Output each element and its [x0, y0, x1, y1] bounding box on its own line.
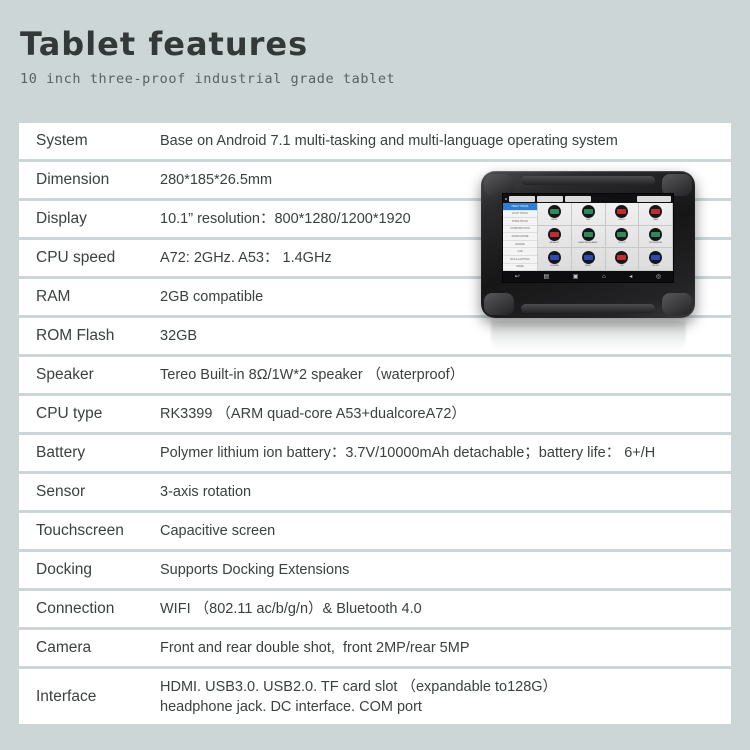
spec-label: Battery [36, 444, 86, 461]
spec-label: Connection [36, 600, 115, 617]
spec-value: Supports Docking Extensions [160, 562, 350, 578]
table-row: Touchscreen Capacitive screen [19, 513, 731, 549]
spec-label: Display [36, 210, 87, 227]
spec-label: Touchscreen [36, 522, 124, 539]
spec-label: Camera [36, 639, 92, 656]
spec-value: Capacitive screen [160, 523, 276, 539]
spec-label: ROM Flash [36, 327, 115, 344]
table-row: RAM 2GB compatible [19, 279, 731, 315]
spec-label: Interface [36, 687, 97, 705]
spec-value: A72: 2GHz. A53： 1.4GHz [160, 250, 332, 266]
table-row: Battery Polymer lithium ion battery：3.7V/… [19, 435, 731, 471]
spec-table: System Base on Android 7.1 multi-tasking … [19, 123, 731, 727]
spec-value: Base on Android 7.1 multi-tasking and mu… [160, 133, 618, 149]
spec-label: Speaker [36, 366, 94, 383]
spec-value: 280*185*26.5mm [160, 172, 273, 188]
spec-label: RAM [36, 288, 71, 305]
table-row: Dimension 280*185*26.5mm [19, 162, 731, 198]
spec-value: WIFI （802.11 ac/b/g/n）& Bluetooth 4.0 [160, 601, 422, 617]
table-row: Docking Supports Docking Extensions [19, 552, 731, 588]
table-row: Speaker Tereo Built-in 8Ω/1W*2 speaker （w… [19, 357, 731, 393]
table-row: CPU speed A72: 2GHz. A53： 1.4GHz [19, 240, 731, 276]
spec-label: CPU speed [36, 249, 116, 266]
spec-label: Docking [36, 561, 92, 578]
table-row: Camera Front and rear double shot, front … [19, 630, 731, 666]
table-row: Display 10.1” resolution：800*1280/1200*19… [19, 201, 731, 237]
spec-value: 2GB compatible [160, 289, 264, 305]
spec-value: Polymer lithium ion battery：3.7V/10000mA… [160, 445, 656, 461]
spec-label: Dimension [36, 171, 110, 188]
spec-value: 32GB [160, 328, 198, 344]
spec-label: CPU type [36, 405, 103, 422]
spec-value: Tereo Built-in 8Ω/1W*2 speaker （waterpro… [160, 367, 465, 383]
page-subtitle: 10 inch three-proof industrial grade tab… [20, 71, 396, 87]
spec-value-line-2: headphone jack. DC interface. COM port [160, 698, 422, 715]
spec-value: Front and rear double shot, front 2MP/re… [160, 640, 470, 656]
page-root: Tablet features 10 inch three-proof indu… [0, 0, 750, 750]
table-row: Interface HDMI. USB3.0. USB2.0. TF card s… [19, 669, 731, 724]
spec-label: System [36, 132, 88, 149]
spec-value: 3-axis rotation [160, 484, 252, 500]
spec-value: HDMI. USB3.0. USB2.0. TF card slot （expa… [160, 677, 731, 717]
header: Tablet features 10 inch three-proof indu… [20, 24, 620, 87]
spec-value-line-1: HDMI. USB3.0. USB2.0. TF card slot （expa… [160, 678, 558, 695]
table-row: CPU type RK3399 （ARM quad-core A53+dualco… [19, 396, 731, 432]
table-row: System Base on Android 7.1 multi-tasking … [19, 123, 731, 159]
table-row: Connection WIFI （802.11 ac/b/g/n）& Blueto… [19, 591, 731, 627]
spec-value: RK3399 （ARM quad-core A53+dualcoreA72） [160, 406, 466, 422]
table-row: ROM Flash 32GB [19, 318, 731, 354]
spec-label: Sensor [36, 483, 86, 500]
page-title: Tablet features [20, 25, 309, 63]
spec-value: 10.1” resolution：800*1280/1200*1920 [160, 211, 411, 227]
table-row: Sensor 3-axis rotation [19, 474, 731, 510]
